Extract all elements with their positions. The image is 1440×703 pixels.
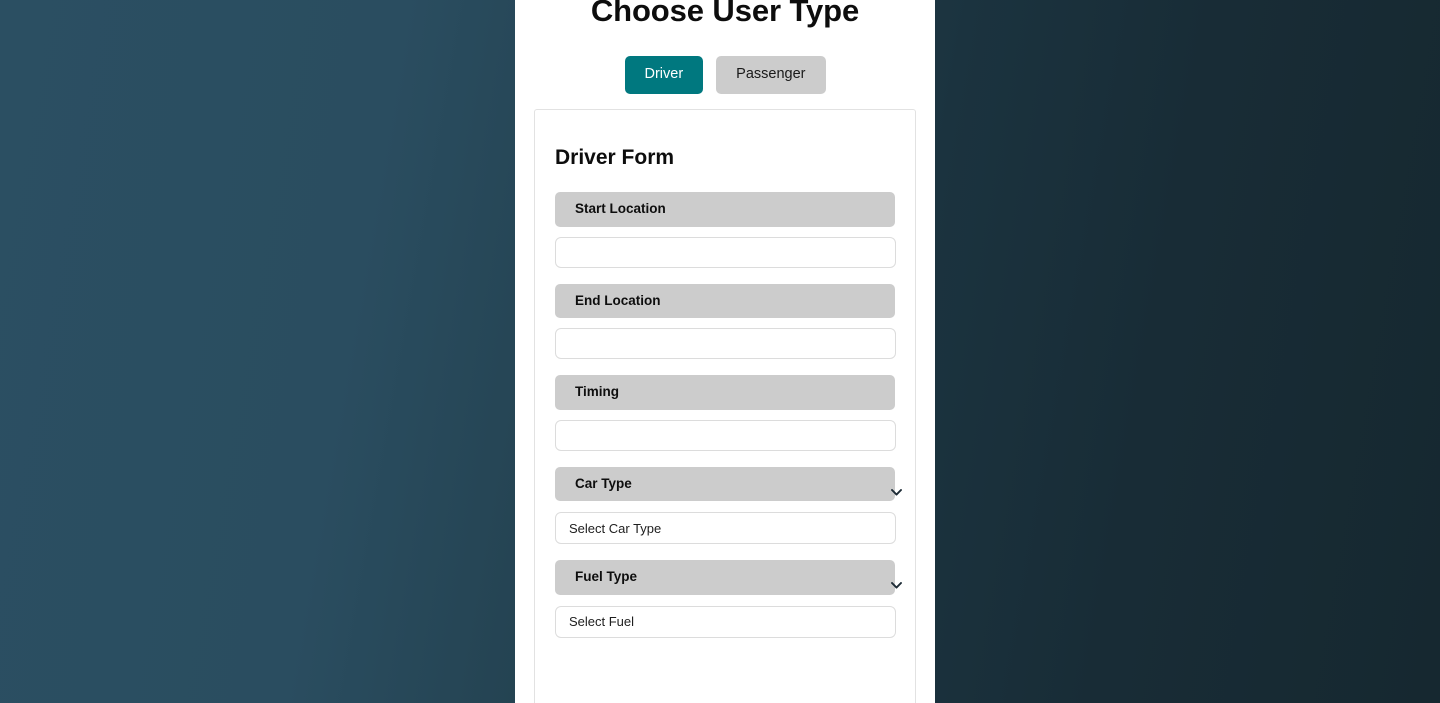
field-label-timing: Timing [555, 375, 895, 410]
user-type-button-driver[interactable]: Driver [624, 56, 704, 94]
page-title: Choose User Type [590, 0, 860, 28]
user-type-toggle-group: Driver Passenger [515, 56, 935, 94]
form-heading: Driver Form [555, 146, 675, 169]
user-type-button-passenger[interactable]: Passenger [716, 56, 826, 94]
field-group-timing: Timing [535, 375, 915, 451]
app-root: Choose User Type Driver Passenger Driver… [0, 0, 1440, 703]
timing-input[interactable] [555, 419, 896, 451]
car-type-select[interactable]: Select Car Type [555, 512, 896, 544]
field-label-end-location: End Location [555, 283, 895, 318]
field-group-car-type: Car Type Select Car Type [535, 466, 915, 544]
field-group-start-location: Start Location [535, 192, 915, 268]
field-group-fuel-type: Fuel Type Select Fuel [535, 560, 915, 638]
page-content-column: Choose User Type Driver Passenger Driver… [515, 0, 935, 703]
field-label-start-location: Start Location [555, 192, 895, 227]
field-group-end-location: End Location [535, 283, 915, 359]
fuel-type-select[interactable]: Select Fuel [555, 605, 896, 638]
field-label-car-type: Car Type [555, 466, 895, 501]
driver-form-card: Driver Form Start Location End Location … [534, 109, 916, 703]
field-label-fuel-type: Fuel Type [555, 560, 895, 595]
end-location-input[interactable] [555, 328, 896, 359]
start-location-input[interactable] [555, 236, 896, 268]
